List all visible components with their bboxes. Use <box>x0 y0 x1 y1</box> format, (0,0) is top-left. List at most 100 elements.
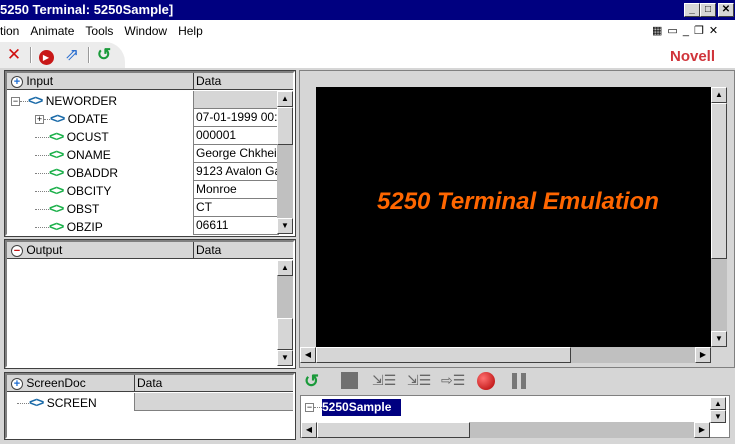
expand-icon[interactable]: + <box>11 75 23 88</box>
mdi-minimize-icon[interactable]: _ <box>683 25 694 37</box>
menu-action[interactable]: tion <box>0 24 19 38</box>
refresh-icon[interactable]: ↺ <box>304 371 328 391</box>
data-cell[interactable]: George Chkhei <box>193 145 279 163</box>
stop-icon[interactable] <box>341 372 358 389</box>
data-cell[interactable]: Monroe <box>193 181 279 199</box>
tree-node[interactable]: <> ONAME <box>35 145 111 163</box>
menu-items: tion Animate Tools Window Help <box>0 24 214 38</box>
close-button[interactable]: ✕ <box>718 3 734 17</box>
scroll-down-button[interactable]: ▼ <box>277 350 293 366</box>
tree-node[interactable]: <> OBCITY <box>35 181 111 199</box>
terminal-screen[interactable]: 5250 Terminal Emulation <box>316 87 711 347</box>
output-panel: − Output Data ▲ ▼ <box>4 239 296 369</box>
element-icon: <> <box>49 164 64 180</box>
scroll-thumb[interactable] <box>277 107 293 145</box>
collapse-icon[interactable]: − <box>11 97 20 107</box>
tree-node[interactable]: <> OBZIP <box>35 217 103 235</box>
data-cell[interactable]: CT <box>193 199 279 217</box>
scroll-down-button[interactable]: ▼ <box>710 410 726 423</box>
scroll-left-button[interactable]: ◀ <box>301 422 317 438</box>
screendoc-title: ScreenDoc <box>26 376 86 390</box>
title-bar: 5250 Terminal: 5250Sample] <box>0 0 735 20</box>
tree-node[interactable]: <> SCREEN <box>17 393 97 411</box>
mdi-restore-icon[interactable]: ❐ <box>694 25 709 37</box>
mdi-close-icon[interactable]: ✕ <box>709 25 723 37</box>
data-cell <box>193 91 279 109</box>
screendoc-panel: + ScreenDoc Data <> SCREEN <box>4 372 296 440</box>
tree-root[interactable]: −5250Sample <box>305 398 402 416</box>
expand-icon[interactable]: + <box>11 377 23 390</box>
scroll-right-button[interactable]: ▶ <box>694 422 710 438</box>
data-column-header: Data <box>193 73 293 90</box>
scroll-thumb[interactable] <box>711 103 727 259</box>
terminal-vscroll[interactable]: ▲ ▼ <box>711 87 727 347</box>
data-cell[interactable]: 07-01-1999 00: <box>193 109 279 127</box>
scroll-thumb[interactable] <box>277 318 293 350</box>
tree-root[interactable]: − <> NEWORDER <box>11 91 117 109</box>
cascade-icon[interactable]: ▭ <box>667 25 682 37</box>
element-icon: <> <box>49 128 64 144</box>
menu-animate[interactable]: Animate <box>30 24 74 38</box>
scroll-right-button[interactable]: ▶ <box>695 347 711 363</box>
tree-label: ODATE <box>67 112 109 126</box>
tree-label: NEWORDER <box>45 94 118 108</box>
scroll-up-button[interactable]: ▲ <box>710 397 726 410</box>
data-cell[interactable]: 9123 Avalon Ga <box>193 163 279 181</box>
tree-node[interactable]: <> OBADDR <box>35 163 118 181</box>
delete-icon[interactable]: ✕ <box>4 45 24 65</box>
output-title: Output <box>26 243 63 257</box>
collapse-icon[interactable]: − <box>305 403 314 413</box>
connect-icon[interactable]: ⇗ <box>62 45 82 65</box>
scroll-up-button[interactable]: ▲ <box>711 87 727 103</box>
output-scrollbar[interactable]: ▲ ▼ <box>277 260 293 366</box>
tree-vscroll[interactable]: ▲ ▼ <box>710 397 726 423</box>
scroll-thumb[interactable] <box>317 422 470 438</box>
minimize-button[interactable]: _ <box>684 3 700 17</box>
scroll-down-button[interactable]: ▼ <box>277 218 293 234</box>
toolbar-separator <box>88 47 90 63</box>
data-cell <box>134 393 293 411</box>
step-over-icon[interactable]: ⇲☰ <box>407 372 431 389</box>
step-into-icon[interactable]: ⇲☰ <box>372 372 396 389</box>
input-header: + Input Data <box>7 73 293 90</box>
tree-node[interactable]: <> OBST <box>35 199 99 217</box>
collapse-panel-icon[interactable]: − <box>11 244 23 257</box>
data-column-header: Data <box>193 242 293 259</box>
scroll-up-button[interactable]: ▲ <box>277 91 293 107</box>
output-header: − Output Data <box>7 242 293 259</box>
pause-icon[interactable] <box>512 373 526 389</box>
maximize-button[interactable]: □ <box>700 3 716 17</box>
tree-hscroll[interactable]: ◀ ▶ <box>301 422 710 438</box>
scroll-left-button[interactable]: ◀ <box>300 347 316 363</box>
data-column-header: Data <box>134 375 293 392</box>
record-icon[interactable]: ▶ <box>36 45 56 65</box>
data-cell[interactable]: 000001 <box>193 127 279 145</box>
menu-window[interactable]: Window <box>124 24 167 38</box>
step-out-icon[interactable]: ⇨☰ <box>441 372 465 389</box>
input-panel: + Input Data − <> NEWORDER + <> ODATE 07-01… <box>4 70 296 237</box>
terminal-text: 5250 Terminal Emulation <box>377 188 659 215</box>
input-scrollbar[interactable]: ▲ ▼ <box>277 91 293 234</box>
data-cell[interactable]: 06611 <box>193 217 279 235</box>
element-icon: <> <box>49 218 64 234</box>
scroll-thumb[interactable] <box>316 347 571 363</box>
record-icon[interactable] <box>477 372 495 390</box>
element-icon: <> <box>49 146 64 162</box>
tree-node[interactable]: + <> ODATE <box>35 109 108 127</box>
tree-label: 5250Sample <box>322 399 402 416</box>
toolbar-separator <box>30 47 32 63</box>
tree-node[interactable]: <> OCUST <box>35 127 109 145</box>
menu-help[interactable]: Help <box>178 24 203 38</box>
scroll-down-button[interactable]: ▼ <box>711 331 727 347</box>
tree-label: ONAME <box>66 148 111 162</box>
scroll-up-button[interactable]: ▲ <box>277 260 293 276</box>
refresh-icon[interactable]: ↺ <box>94 45 114 65</box>
tree-label: OBST <box>66 202 100 216</box>
menu-tools[interactable]: Tools <box>85 24 113 38</box>
screendoc-header: + ScreenDoc Data <box>7 375 293 392</box>
terminal-hscroll[interactable]: ◀ ▶ <box>300 347 711 363</box>
expand-icon[interactable]: + <box>35 115 44 125</box>
tile-icon[interactable]: ▦ <box>652 25 667 37</box>
tree-label: OBZIP <box>66 220 103 234</box>
tree-label: OBCITY <box>66 184 112 198</box>
